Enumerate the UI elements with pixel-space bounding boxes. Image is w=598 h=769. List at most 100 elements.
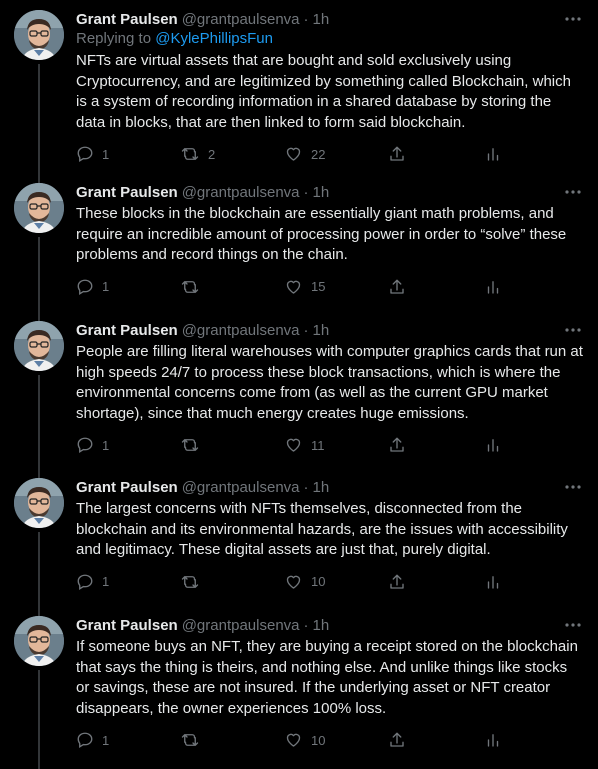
retweet-button[interactable]	[180, 278, 284, 296]
thread-connector-line	[38, 237, 40, 317]
reply-button[interactable]: 1	[76, 731, 180, 749]
tweet[interactable]: Grant Paulsen @grantpaulsenva · 1h Peopl…	[0, 311, 598, 474]
tweet-text: The largest concerns with NFTs themselve…	[76, 500, 568, 558]
author-handle[interactable]: @grantpaulsenva	[182, 479, 300, 496]
analytics-button[interactable]	[484, 278, 510, 296]
timestamp[interactable]: 1h	[313, 184, 330, 201]
separator-dot: ·	[303, 10, 309, 28]
reply-button[interactable]: 1	[76, 145, 180, 163]
thread: Grant Paulsen @grantpaulsenva · 1h Reply…	[0, 0, 598, 769]
tweet[interactable]: Grant Paulsen @grantpaulsenva · 1h Reply…	[0, 0, 598, 179]
heart-icon	[286, 733, 301, 747]
author-handle[interactable]: @grantpaulsenva	[182, 322, 300, 339]
more-options-icon[interactable]	[562, 181, 584, 203]
share-button[interactable]	[388, 436, 484, 454]
like-button[interactable]: 10	[284, 573, 388, 591]
analytics-button[interactable]	[484, 731, 510, 749]
avatar[interactable]	[14, 616, 64, 666]
timestamp[interactable]: 1h	[313, 617, 330, 634]
analytics-icon	[487, 575, 499, 589]
share-button[interactable]	[388, 573, 484, 591]
heart-icon	[286, 438, 301, 452]
reply-count: 1	[102, 574, 110, 589]
like-button[interactable]: 11	[284, 436, 388, 454]
more-options-icon[interactable]	[562, 614, 584, 636]
analytics-button[interactable]	[484, 573, 510, 591]
share-button[interactable]	[388, 731, 484, 749]
retweet-count: 2	[208, 146, 216, 162]
mention-link[interactable]: @KylePhillipsFun	[155, 30, 273, 47]
retweet-button[interactable]	[180, 573, 284, 591]
like-count: 10	[311, 574, 326, 589]
like-button[interactable]: 15	[284, 278, 388, 296]
like-button[interactable]: 22	[284, 145, 388, 163]
author-name[interactable]: Grant Paulsen	[76, 184, 178, 201]
thread-connector-line	[38, 670, 40, 769]
author-name[interactable]: Grant Paulsen	[76, 322, 178, 339]
more-options-icon[interactable]	[562, 8, 584, 30]
tweet-text: These blocks in the blockchain are essen…	[76, 205, 567, 263]
like-count: 11	[311, 437, 325, 453]
tweet[interactable]: Grant Paulsen @grantpaulsenva · 1h These…	[0, 173, 598, 317]
reply-count: 1	[102, 146, 110, 162]
more-options-icon[interactable]	[562, 476, 584, 498]
tweet-actions: 1 10	[76, 571, 584, 593]
share-icon	[390, 574, 404, 589]
heart-icon	[286, 147, 301, 161]
tweet-text: If someone buys an NFT, they are buying …	[76, 638, 578, 717]
separator-dot: ·	[303, 183, 309, 201]
retweet-icon	[181, 280, 199, 293]
author-name[interactable]: Grant Paulsen	[76, 617, 178, 634]
share-button[interactable]	[388, 278, 484, 296]
more-options-icon[interactable]	[562, 319, 584, 341]
thread-connector-line	[38, 311, 40, 321]
share-icon	[390, 279, 404, 294]
analytics-icon	[487, 148, 499, 161]
tweet-header: Grant Paulsen @grantpaulsenva · 1h	[76, 311, 584, 340]
retweet-button[interactable]	[180, 731, 284, 749]
reply-button[interactable]: 1	[76, 436, 180, 454]
retweet-button[interactable]: 2	[180, 145, 284, 163]
avatar[interactable]	[14, 478, 64, 528]
author-name[interactable]: Grant Paulsen	[76, 479, 178, 496]
timestamp[interactable]: 1h	[313, 11, 330, 28]
reply-count: 1	[102, 279, 110, 294]
tweet-header: Grant Paulsen @grantpaulsenva · 1h	[76, 606, 584, 635]
retweet-button[interactable]	[180, 436, 284, 454]
reply-button[interactable]: 1	[76, 278, 180, 296]
reply-button[interactable]: 1	[76, 573, 180, 591]
thread-connector-line	[38, 375, 40, 474]
author-handle[interactable]: @grantpaulsenva	[182, 184, 300, 201]
analytics-icon	[487, 734, 499, 747]
reply-count: 1	[102, 732, 110, 748]
analytics-icon	[487, 280, 499, 294]
tweet[interactable]: Grant Paulsen @grantpaulsenva · 1h If so…	[0, 606, 598, 769]
reply-icon	[77, 574, 93, 590]
timestamp[interactable]: 1h	[313, 479, 330, 496]
share-icon	[390, 437, 404, 452]
tweet[interactable]: Grant Paulsen @grantpaulsenva · 1h The l…	[0, 468, 598, 612]
like-button[interactable]: 10	[284, 731, 388, 749]
retweet-icon	[181, 575, 199, 588]
author-handle[interactable]: @grantpaulsenva	[182, 617, 300, 634]
avatar[interactable]	[14, 10, 64, 60]
share-button[interactable]	[388, 145, 484, 163]
analytics-button[interactable]	[484, 145, 510, 163]
replying-to-label: Replying to	[76, 30, 152, 47]
thread-connector-line	[38, 532, 40, 612]
author-handle[interactable]: @grantpaulsenva	[182, 11, 300, 28]
analytics-button[interactable]	[484, 436, 510, 454]
heart-icon	[286, 280, 301, 294]
timestamp[interactable]: 1h	[313, 322, 330, 339]
tweet-header: Grant Paulsen @grantpaulsenva · 1h	[76, 0, 584, 29]
avatar[interactable]	[14, 183, 64, 233]
tweet-header: Grant Paulsen @grantpaulsenva · 1h	[76, 468, 584, 497]
tweet-actions: 1 10	[76, 729, 584, 751]
author-name[interactable]: Grant Paulsen	[76, 11, 178, 28]
replying-to: Replying to @KylePhillipsFun	[76, 29, 584, 49]
thread-connector-line	[38, 173, 40, 183]
tweet-actions: 1 11	[76, 434, 584, 456]
tweet-actions: 1 15	[76, 276, 584, 298]
avatar[interactable]	[14, 321, 64, 371]
like-count: 10	[311, 732, 326, 748]
